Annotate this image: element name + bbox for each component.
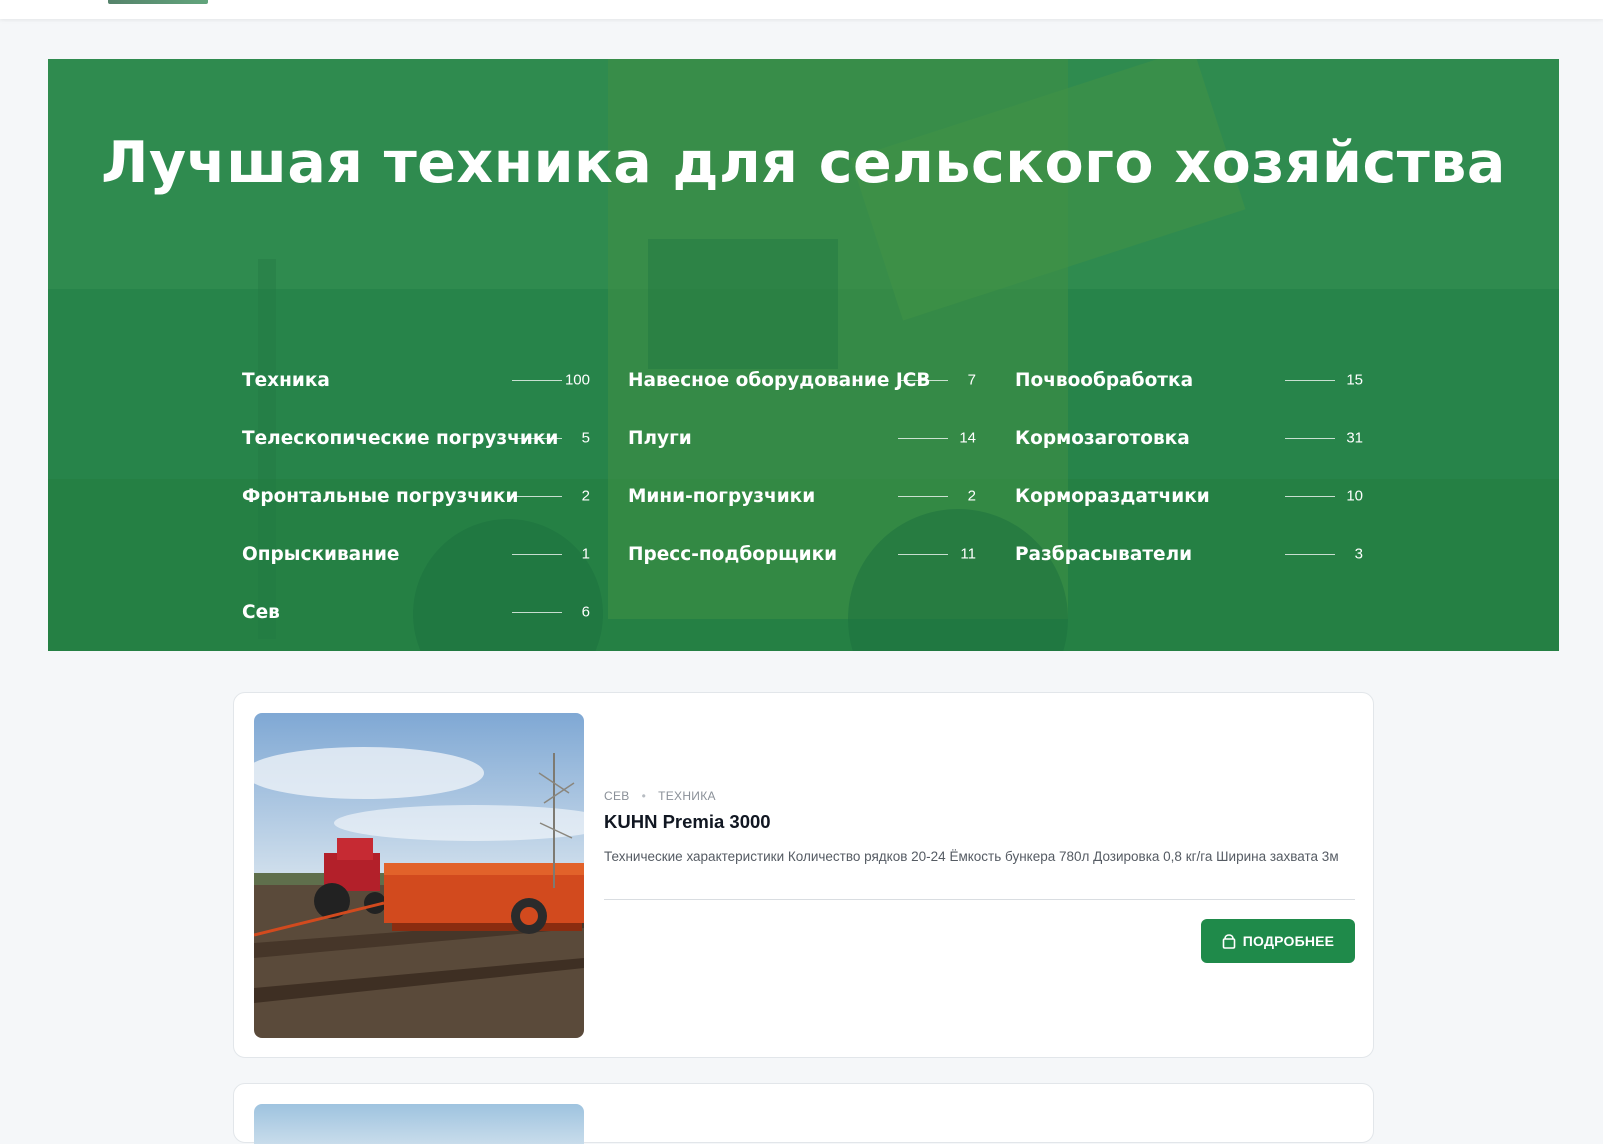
category-divider: [898, 496, 948, 497]
category-count: 5: [581, 429, 590, 447]
category-count: 15: [1346, 371, 1363, 389]
category-column: Техника 100 Телескопические погрузчики 5…: [242, 351, 590, 641]
category-count: 1: [581, 545, 590, 563]
category-item[interactable]: Плуги 14: [628, 409, 976, 467]
product-tag[interactable]: ТЕХНИКА: [658, 789, 716, 803]
category-label: Почвообработка: [1015, 369, 1194, 391]
category-label: Навесное оборудование JCB: [628, 369, 931, 391]
category-divider: [512, 380, 562, 381]
category-label: Кормозаготовка: [1015, 427, 1190, 449]
category-divider: [898, 554, 948, 555]
category-label: Сев: [242, 601, 280, 623]
product-tags: СЕВ • ТЕХНИКА: [604, 789, 716, 803]
tag-separator: •: [641, 789, 647, 803]
product-card-partial: [233, 1083, 1374, 1144]
category-column: Почвообработка 15 Кормозаготовка 31 Корм…: [1015, 351, 1363, 583]
category-count: 3: [1354, 545, 1363, 563]
category-label: Пресс-подборщики: [628, 543, 838, 565]
category-label: Техника: [242, 369, 330, 391]
category-divider: [1285, 380, 1335, 381]
category-label: Телескопические погрузчики: [242, 427, 559, 449]
shopping-bag-icon: [1222, 933, 1236, 949]
category-count: 2: [581, 487, 590, 505]
category-divider: [512, 496, 562, 497]
category-count: 14: [959, 429, 976, 447]
category-divider: [512, 612, 562, 613]
category-item[interactable]: Фронтальные погрузчики 2: [242, 467, 590, 525]
product-title[interactable]: KUHN Premia 3000: [604, 811, 771, 833]
category-label: Фронтальные погрузчики: [242, 485, 519, 507]
category-item[interactable]: Разбрасыватели 3: [1015, 525, 1363, 583]
hero-banner: Лучшая техника для сельского хозяйства Т…: [48, 59, 1559, 651]
divider: [604, 899, 1355, 900]
category-label: Мини-погрузчики: [628, 485, 816, 507]
category-label: Плуги: [628, 427, 692, 449]
category-count: 100: [564, 371, 590, 389]
category-divider: [512, 554, 562, 555]
category-count: 31: [1346, 429, 1363, 447]
category-divider: [1285, 438, 1335, 439]
category-label: Кормораздатчики: [1015, 485, 1210, 507]
category-item[interactable]: Кормозаготовка 31: [1015, 409, 1363, 467]
category-count: 7: [967, 371, 976, 389]
product-image[interactable]: [254, 1104, 584, 1144]
product-photo: [254, 713, 584, 1038]
category-label: Разбрасыватели: [1015, 543, 1193, 565]
site-logo[interactable]: [108, 0, 208, 4]
category-item[interactable]: Сев 6: [242, 583, 590, 641]
category-item[interactable]: Пресс-подборщики 11: [628, 525, 976, 583]
category-column: Навесное оборудование JCB 7 Плуги 14 Мин…: [628, 351, 976, 583]
category-count: 11: [960, 545, 976, 563]
details-button[interactable]: ПОДРОБНЕЕ: [1201, 919, 1355, 963]
category-count: 6: [581, 603, 590, 621]
category-item[interactable]: Телескопические погрузчики 5: [242, 409, 590, 467]
product-tag[interactable]: СЕВ: [604, 789, 630, 803]
details-button-label: ПОДРОБНЕЕ: [1242, 933, 1335, 949]
category-item[interactable]: Навесное оборудование JCB 7: [628, 351, 976, 409]
category-item[interactable]: Техника 100: [242, 351, 590, 409]
category-count: 2: [967, 487, 976, 505]
category-item[interactable]: Почвообработка 15: [1015, 351, 1363, 409]
hero-title: Лучшая техника для сельского хозяйства: [101, 130, 1506, 196]
category-item[interactable]: Опрыскивание 1: [242, 525, 590, 583]
product-details: СЕВ • ТЕХНИКА KUHN Premia 3000 Техническ…: [604, 693, 1355, 1059]
category-grid: Техника 100 Телескопические погрузчики 5…: [242, 351, 1442, 651]
product-card: СЕВ • ТЕХНИКА KUHN Premia 3000 Техническ…: [233, 692, 1374, 1058]
category-divider: [1285, 496, 1335, 497]
category-label: Опрыскивание: [242, 543, 400, 565]
category-divider: [898, 438, 948, 439]
category-item[interactable]: Мини-погрузчики 2: [628, 467, 976, 525]
category-divider: [1285, 554, 1335, 555]
product-description: Технические характеристики Количество ря…: [604, 849, 1339, 864]
product-image[interactable]: [254, 713, 584, 1038]
category-item[interactable]: Кормораздатчики 10: [1015, 467, 1363, 525]
top-navigation-bar: [0, 0, 1603, 19]
category-count: 10: [1346, 487, 1363, 505]
